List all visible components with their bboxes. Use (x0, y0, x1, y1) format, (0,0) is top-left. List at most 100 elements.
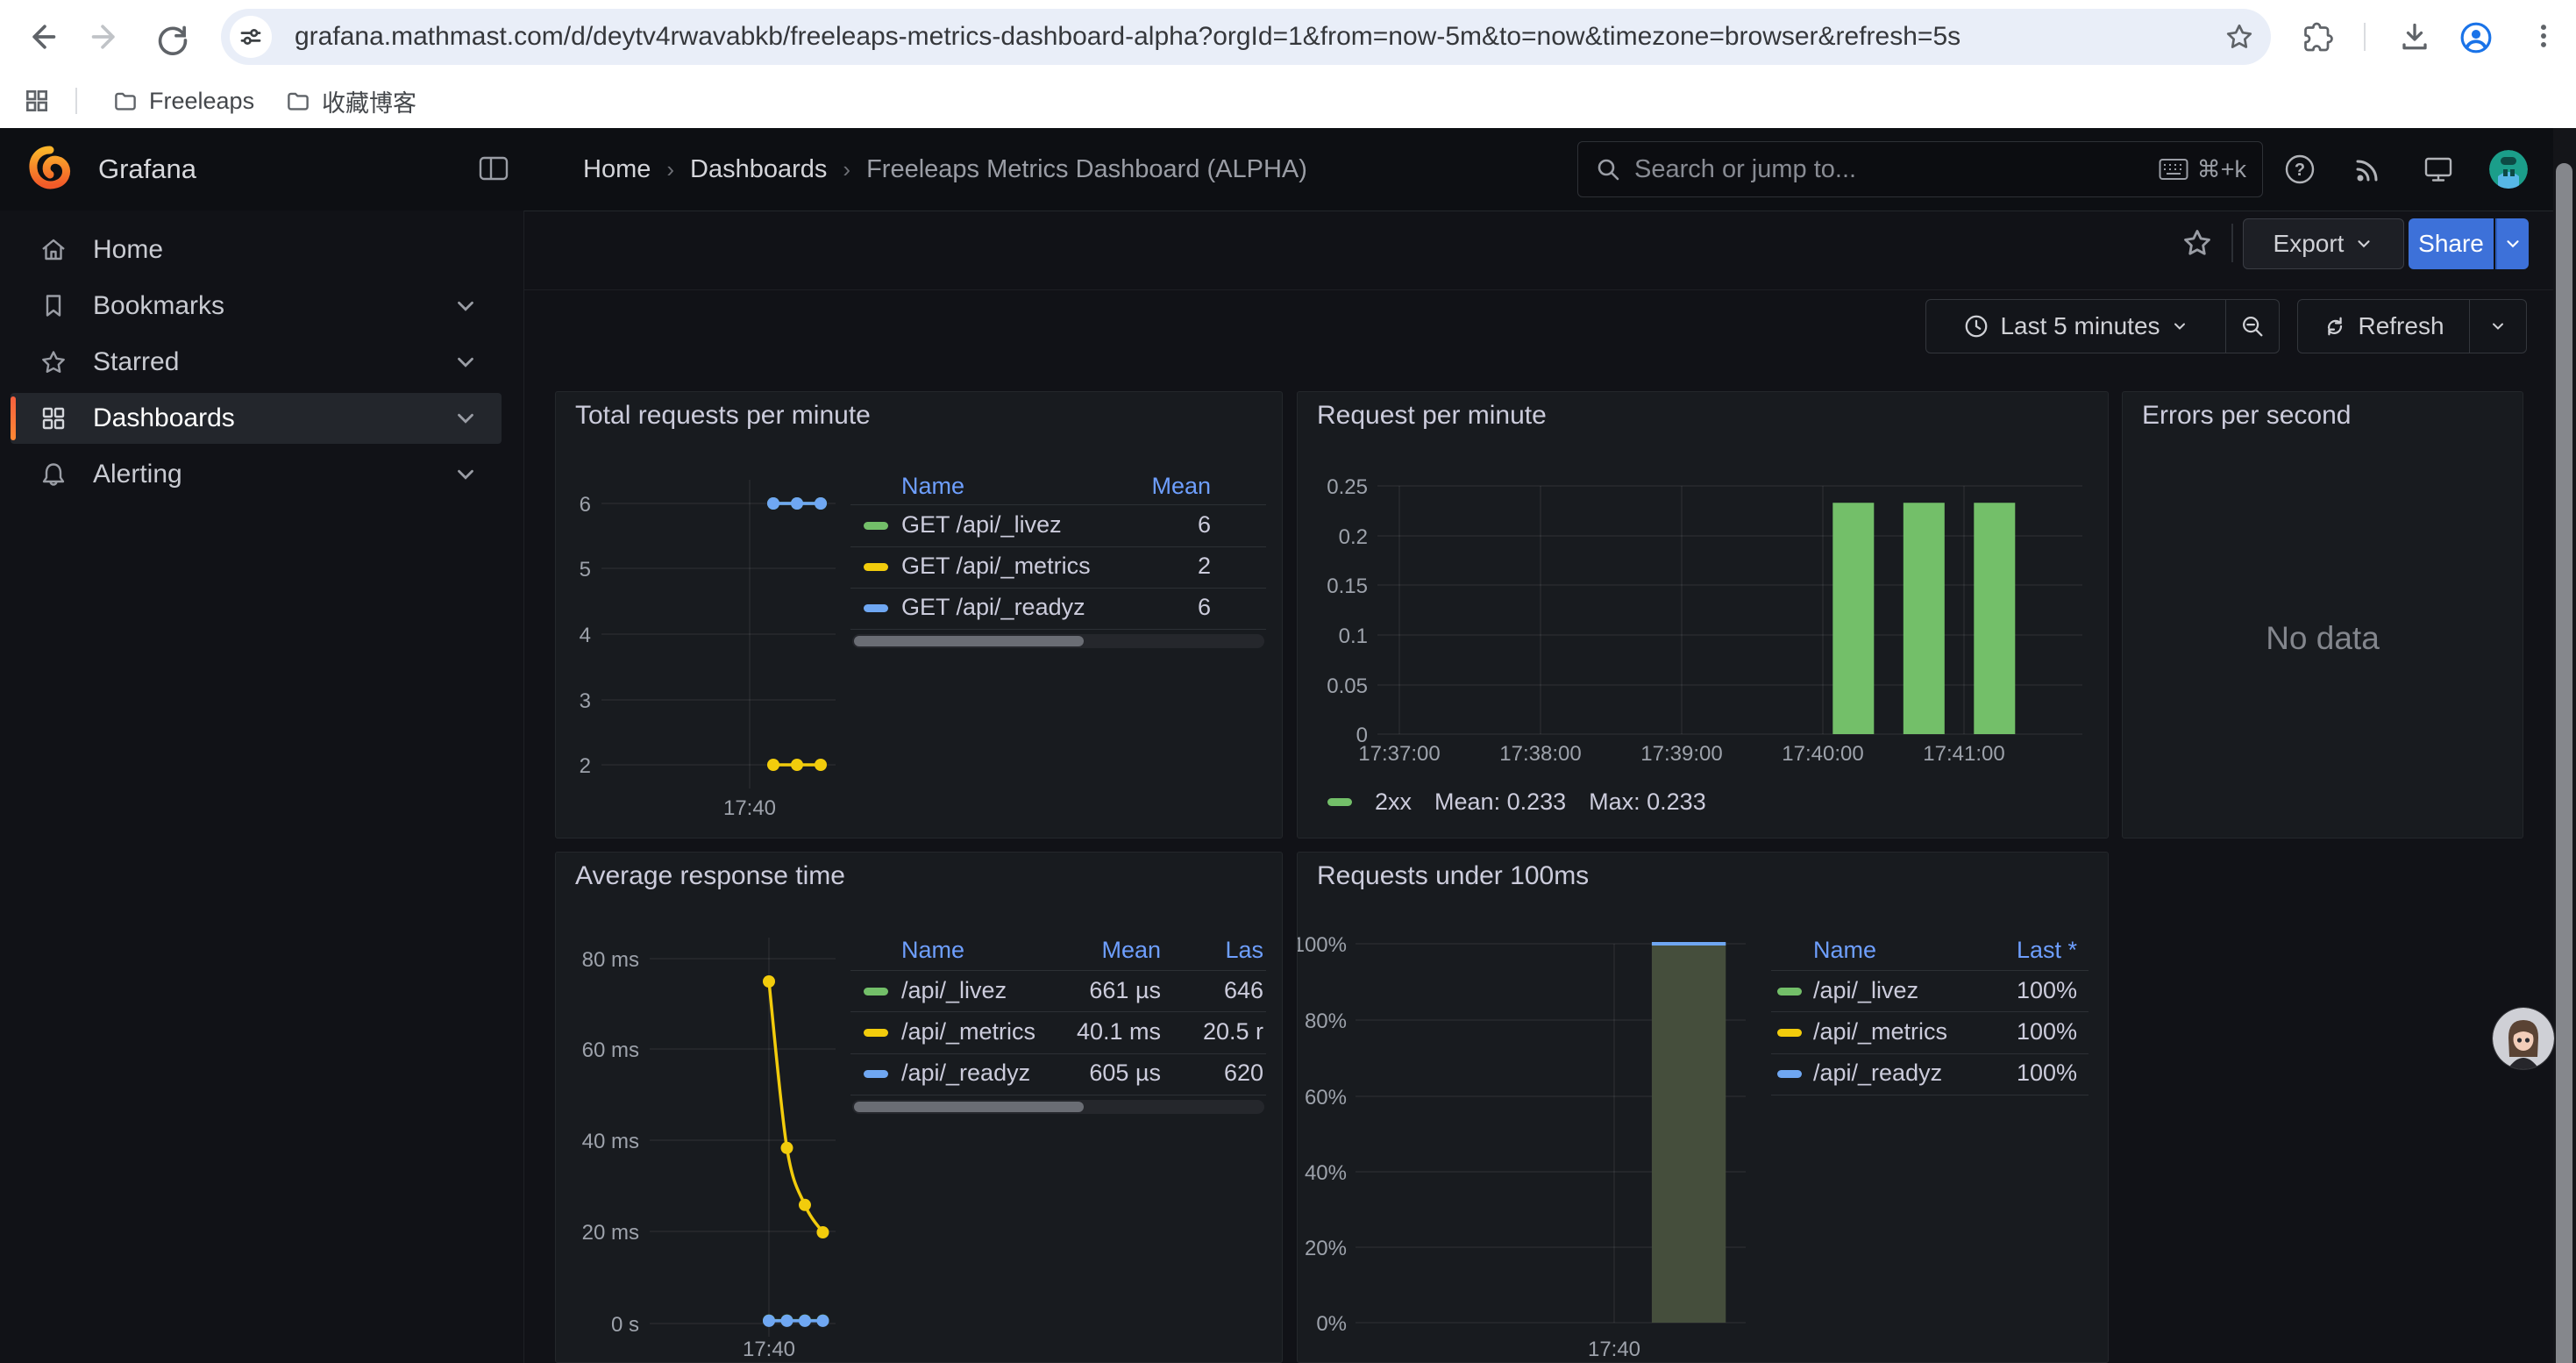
dock-menu-icon[interactable] (478, 154, 509, 182)
breadcrumb-current: Freeleaps Metrics Dashboard (ALPHA) (866, 155, 1307, 184)
svg-text:40%: 40% (1305, 1161, 1347, 1185)
profile-icon[interactable] (2459, 21, 2493, 54)
refresh-icon (2323, 314, 2347, 339)
legend-series-marker[interactable] (864, 1029, 888, 1037)
svg-text:0.15: 0.15 (1327, 574, 1368, 598)
breadcrumb-dashboards[interactable]: Dashboards (690, 155, 827, 184)
star-icon (39, 347, 68, 377)
svg-text:100%: 100% (1298, 933, 1347, 957)
svg-text:17:40: 17:40 (1588, 1338, 1640, 1361)
svg-text:4: 4 (580, 624, 591, 647)
bookmark-folder-freeleaps[interactable]: Freeleaps (112, 74, 254, 128)
address-bar[interactable]: grafana.mathmast.com/d/deytv4rwavabkb/fr… (221, 9, 2271, 65)
time-controls: Last 5 minutes (1925, 299, 2280, 353)
svg-text:0%: 0% (1316, 1312, 1347, 1336)
time-range-picker[interactable]: Last 5 minutes (1925, 299, 2226, 353)
share-menu-button[interactable] (2495, 218, 2529, 269)
export-button[interactable]: Export (2243, 218, 2404, 269)
chevron-down-icon (452, 461, 479, 488)
bookmarks-bar: Freeleaps 收藏博客 (0, 74, 2576, 129)
search-input[interactable]: Search or jump to... ⌘+k (1577, 141, 2263, 197)
breadcrumb-home[interactable]: Home (583, 155, 651, 184)
brand-title: Grafana (98, 128, 196, 211)
bookmark-icon (39, 291, 68, 321)
sidebar-item-alerting[interactable]: Alerting (11, 449, 502, 500)
legend-series-name[interactable]: 2xx (1375, 789, 1412, 816)
downloads-icon[interactable] (2399, 21, 2430, 53)
favorite-star-icon[interactable] (2181, 226, 2214, 260)
chevron-down-icon (2503, 234, 2523, 253)
sidebar: Home BookmarksStarred Dashboards Alerting (0, 211, 524, 1363)
back-icon[interactable] (23, 18, 60, 55)
clock-icon (1963, 313, 1989, 339)
breadcrumb-separator: › (666, 156, 674, 183)
sidebar-item-starred[interactable]: Starred (11, 337, 502, 388)
legend-series-marker[interactable] (1777, 1029, 1802, 1037)
panel-legend[interactable]: 2xxMean: 0.233Max: 0.233 (1327, 789, 1706, 816)
svg-text:80%: 80% (1305, 1010, 1347, 1033)
svg-text:60 ms: 60 ms (582, 1038, 639, 1062)
apps-grid-icon[interactable] (23, 87, 51, 115)
search-icon (1594, 155, 1622, 183)
sidebar-item-label: Dashboards (93, 403, 452, 433)
legend-series-marker[interactable] (864, 988, 888, 995)
svg-text:0.25: 0.25 (1327, 475, 1368, 499)
grafana-logo[interactable] (26, 146, 74, 193)
sidebar-item-bookmarks[interactable]: Bookmarks (11, 281, 502, 332)
site-info-icon[interactable] (230, 16, 272, 58)
legend-series-marker[interactable] (864, 1070, 888, 1078)
grafana-topbar: Grafana Home › Dashboards › Freeleaps Me… (0, 128, 2576, 211)
legend-series-marker[interactable] (1327, 798, 1352, 806)
legend-series-name[interactable]: /api/_metrics (901, 1018, 1035, 1045)
bar-chart[interactable]: 100%80%60%40%20%0%17:40 (1298, 853, 2110, 1363)
reload-icon[interactable] (154, 18, 191, 55)
zoom-out-icon (2239, 313, 2266, 339)
news-rss-icon[interactable] (2352, 153, 2385, 186)
kiosk-monitor-icon[interactable] (2422, 153, 2455, 186)
svg-text:0.05: 0.05 (1327, 674, 1368, 698)
legend-series-name[interactable]: /api/_livez (901, 977, 1007, 1004)
share-button[interactable]: Share (2409, 218, 2494, 269)
svg-text:0.2: 0.2 (1339, 525, 1368, 549)
legend-series-marker[interactable] (864, 522, 888, 530)
assistant-avatar[interactable] (2493, 1008, 2554, 1069)
legend-scrollbar-thumb[interactable] (854, 1102, 1084, 1112)
bookmark-folder-blogs[interactable]: 收藏博客 (285, 74, 416, 128)
bar-chart[interactable]: 0.250.20.150.10.05017:37:0017:38:0017:39… (1298, 392, 2110, 839)
svg-text:60%: 60% (1305, 1086, 1347, 1110)
panel-title[interactable]: Errors per second (2142, 401, 2351, 431)
legend-stat: Mean: 0.233 (1434, 789, 1566, 816)
bell-icon (39, 460, 68, 489)
svg-text:80 ms: 80 ms (582, 948, 639, 972)
sidebar-item-dashboards[interactable]: Dashboards (11, 393, 502, 444)
chevron-down-icon (452, 349, 479, 375)
refresh-button[interactable]: Refresh (2297, 299, 2470, 353)
bookmark-label: 收藏博客 (322, 84, 416, 118)
legend-series-marker[interactable] (864, 563, 888, 571)
sidebar-item-home[interactable]: Home (11, 225, 502, 275)
forward-icon[interactable] (88, 18, 125, 55)
legend-series-name[interactable]: /api/_readyz (901, 1060, 1030, 1087)
svg-text:17:40: 17:40 (743, 1338, 795, 1361)
legend-series-name[interactable]: /api/_metrics (1813, 1018, 1947, 1045)
refresh-interval-button[interactable] (2470, 299, 2527, 353)
zoom-out-button[interactable] (2226, 299, 2280, 353)
user-avatar[interactable] (2489, 150, 2528, 189)
legend-series-name[interactable]: /api/_readyz (1813, 1060, 1942, 1087)
extensions-icon[interactable] (2302, 21, 2333, 53)
url-text[interactable]: grafana.mathmast.com/d/deytv4rwavabkb/fr… (295, 9, 2188, 65)
svg-text:17:39:00: 17:39:00 (1640, 742, 1722, 766)
svg-text:17:37:00: 17:37:00 (1358, 742, 1440, 766)
help-icon[interactable]: ? (2283, 153, 2316, 186)
legend-series-marker[interactable] (1777, 988, 1802, 995)
scrollbar-thumb[interactable] (2556, 163, 2572, 1363)
legend-series-marker[interactable] (864, 604, 888, 612)
browser-menu-icon[interactable] (2529, 21, 2558, 51)
legend-scrollbar-thumb[interactable] (854, 636, 1084, 646)
legend-series-name[interactable]: GET /api/_metrics (901, 553, 1091, 580)
legend-series-name[interactable]: /api/_livez (1813, 977, 1918, 1004)
legend-series-name[interactable]: GET /api/_readyz (901, 594, 1085, 621)
legend-series-marker[interactable] (1777, 1070, 1802, 1078)
legend-series-name[interactable]: GET /api/_livez (901, 511, 1062, 539)
bookmark-star-icon[interactable] (2224, 21, 2255, 53)
